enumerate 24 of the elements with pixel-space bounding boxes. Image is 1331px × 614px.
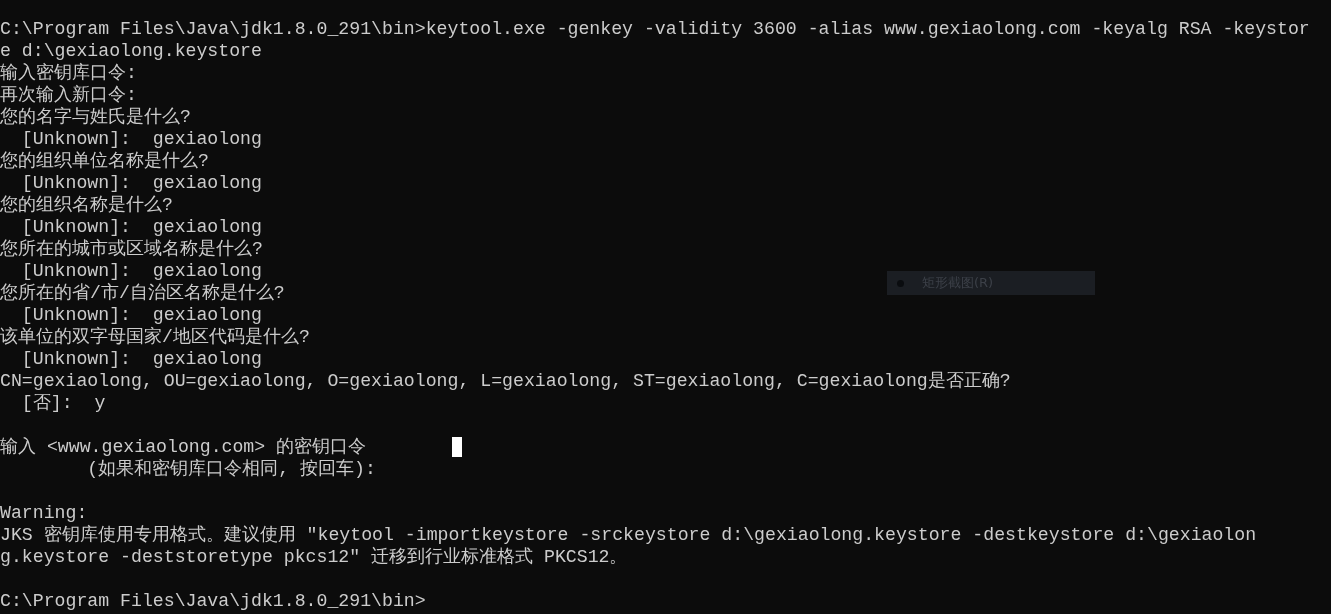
console-line: CN=gexiaolong, OU=gexiaolong, O=gexiaolong, L=gexiaolong, ST=gexiaolong, C=gexiaolong是否正确? [0,370,1011,392]
console-line: 再次输入新口令: [0,84,137,106]
console-line: 您的名字与姓氏是什么? [0,106,191,128]
console-line: [Unknown]: gexiaolong [20,348,262,370]
console-line: [Unknown]: gexiaolong [20,172,262,194]
console-line: 输入 <www.gexiaolong.com> 的密钥口令 [0,436,367,458]
console-line: 您所在的城市或区域名称是什么? [0,238,263,260]
console-line: C:\Program Files\Java\jdk1.8.0_291\bin> [0,590,426,612]
console-line: [Unknown]: gexiaolong [20,260,262,282]
console-line: 输入密钥库口令: [0,62,137,84]
console-line: 该单位的双字母国家/地区代码是什么? [0,326,310,348]
console-line: [Unknown]: gexiaolong [20,304,262,326]
console-line: Warning: [0,502,88,524]
console-line: [Unknown]: gexiaolong [20,216,262,238]
console-line: (如果和密钥库口令相同, 按回车): [86,458,376,480]
console-line: [否]: y [20,392,106,414]
console-line: e d:\gexiaolong.keystore [0,40,262,62]
console-line: 您的组织单位名称是什么? [0,150,209,172]
console-line: C:\Program Files\Java\jdk1.8.0_291\bin>keytool.exe -genkey -validity 3600 -alias www.gexiaolong.com -keyalg RSA -keystor [0,18,1310,40]
console-line: JKS 密钥库使用专用格式。建议使用 "keytool -importkeystore -srckeystore d:\gexiaolong.keystore -destkeystore d:\gexiaolon [0,524,1257,546]
console-line: g.keystore -deststoretype pkcs12" 迁移到行业标准格式 PKCS12。 [0,546,628,568]
console-line: [Unknown]: gexiaolong [20,128,262,150]
console-line: 您的组织名称是什么? [0,194,173,216]
console-line: 您所在的省/市/自治区名称是什么? [0,282,285,304]
